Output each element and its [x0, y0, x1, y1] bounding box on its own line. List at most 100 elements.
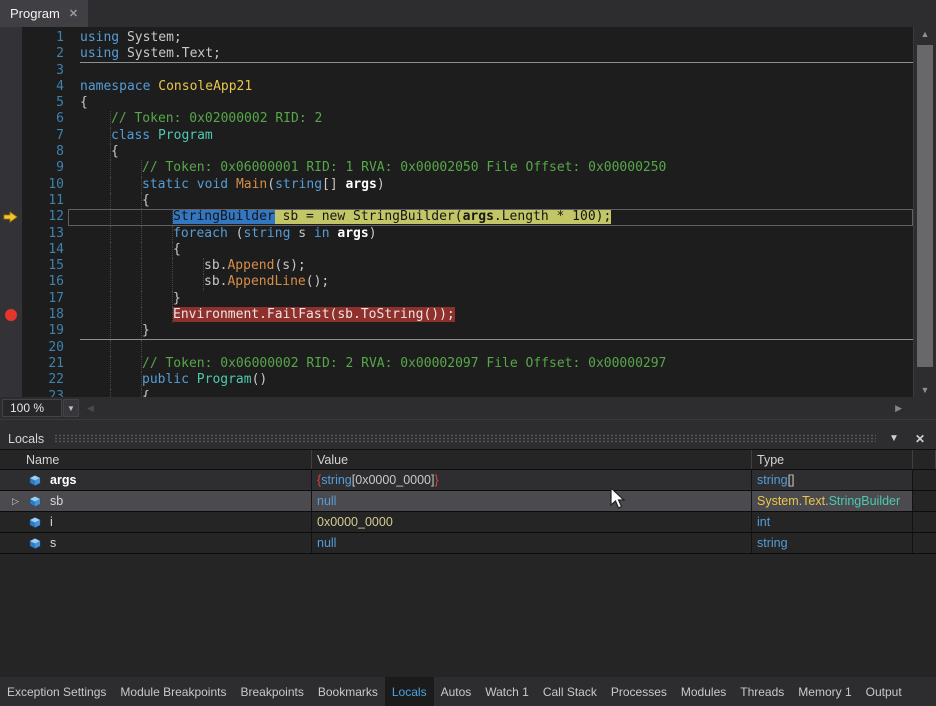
glyph-cell[interactable] [0, 323, 22, 339]
code-text[interactable]: { [68, 144, 913, 161]
zoom-dropdown-button[interactable]: ▼ [63, 399, 79, 417]
code-line[interactable]: 20 [0, 339, 913, 356]
locals-value-cell[interactable]: null [312, 533, 752, 553]
zoom-level-input[interactable]: 100 % [2, 399, 62, 417]
code-text[interactable]: sb.AppendLine(); [68, 274, 913, 291]
panel-tab-watch-1[interactable]: Watch 1 [478, 677, 536, 706]
code-text[interactable]: StringBuilder sb = new StringBuilder(arg… [68, 209, 913, 226]
locals-name-cell[interactable]: i [0, 512, 312, 532]
panel-splitter[interactable] [0, 419, 936, 428]
code-line[interactable]: 2 using System.Text; [0, 46, 913, 63]
locals-type-cell[interactable]: string [752, 533, 913, 553]
code-line[interactable]: 12 StringBuilder sb = new StringBuilder(a… [0, 209, 913, 226]
glyph-cell[interactable] [0, 46, 22, 62]
code-text[interactable]: // Token: 0x06000002 RID: 2 RVA: 0x00002… [68, 355, 913, 373]
column-header-name[interactable]: Name [0, 450, 312, 469]
code-line[interactable]: 5{ [0, 95, 913, 111]
code-text[interactable]: static void Main(string[] args) [68, 176, 913, 193]
locals-row-s[interactable]: s null string [0, 533, 936, 554]
glyph-cell[interactable] [0, 30, 22, 46]
code-text[interactable]: Environment.FailFast(sb.ToString()); [68, 307, 913, 324]
locals-type-cell[interactable]: System. Text. StringBuilder [752, 491, 913, 511]
locals-type-cell[interactable]: string[] [752, 470, 913, 490]
code-line[interactable]: 17} [0, 290, 913, 308]
glyph-cell[interactable] [0, 242, 22, 258]
panel-tab-exception-settings[interactable]: Exception Settings [0, 677, 113, 706]
chevron-down-icon[interactable]: ▼ [886, 433, 902, 444]
code-line[interactable]: 22 public Program() [0, 372, 913, 389]
column-header-type[interactable]: Type [752, 450, 913, 469]
glyph-cell[interactable] [0, 291, 22, 307]
code-text[interactable]: // Token: 0x06000001 RID: 1 RVA: 0x00002… [68, 160, 913, 177]
panel-tab-locals[interactable]: Locals [384, 677, 434, 706]
panel-tab-threads[interactable]: Threads [733, 677, 791, 706]
panel-tab-module-breakpoints[interactable]: Module Breakpoints [113, 677, 233, 706]
scroll-left-icon[interactable]: ◀ [87, 403, 94, 414]
code-line[interactable]: 11 { [0, 192, 913, 210]
panel-tab-modules[interactable]: Modules [674, 677, 733, 706]
code-text[interactable] [68, 63, 913, 79]
code-text[interactable]: } [68, 323, 913, 340]
panel-tab-memory-1[interactable]: Memory 1 [791, 677, 858, 706]
locals-value-cell[interactable]: 0x0000_0000 [312, 512, 752, 532]
glyph-cell[interactable] [0, 209, 22, 225]
scroll-right-icon[interactable]: ▶ [895, 403, 902, 414]
breakpoint-icon[interactable] [5, 309, 17, 322]
locals-name-cell[interactable]: ▷ sb [0, 491, 312, 511]
code-text[interactable]: class Program [68, 127, 913, 145]
glyph-cell[interactable] [0, 340, 22, 356]
glyph-cell[interactable] [0, 95, 22, 111]
code-text[interactable]: public Program() [68, 372, 913, 389]
scroll-down-icon[interactable]: ▼ [914, 385, 936, 395]
glyph-cell[interactable] [0, 128, 22, 144]
expander-icon[interactable]: ▷ [12, 496, 28, 507]
close-icon[interactable]: ✕ [69, 7, 78, 20]
code-text[interactable]: { [68, 388, 913, 397]
glyph-cell[interactable] [0, 372, 22, 388]
code-text[interactable]: } [68, 290, 913, 308]
glyph-cell[interactable] [0, 356, 22, 372]
locals-name-cell[interactable]: s [0, 533, 312, 553]
code-text[interactable] [68, 339, 913, 356]
close-icon[interactable]: ✕ [912, 432, 928, 446]
code-text[interactable]: using System.Text; [68, 46, 913, 63]
code-line[interactable]: 23 { [0, 388, 913, 397]
code-line[interactable]: 16 sb.AppendLine(); [0, 274, 913, 291]
locals-value-cell[interactable]: {string [0x0000_0000]} [312, 470, 752, 490]
code-line[interactable]: 9 // Token: 0x06000001 RID: 1 RVA: 0x0000… [0, 160, 913, 177]
locals-type-cell[interactable]: int [752, 512, 913, 532]
code-text[interactable]: { [68, 241, 913, 259]
code-line[interactable]: 13 foreach (string s in args) [0, 225, 913, 242]
code-line[interactable]: 18 Environment.FailFast(sb.ToString()); [0, 307, 913, 324]
panel-tab-processes[interactable]: Processes [604, 677, 674, 706]
panel-tab-autos[interactable]: Autos [434, 677, 479, 706]
panel-tab-breakpoints[interactable]: Breakpoints [233, 677, 310, 706]
code-line[interactable]: 7 class Program [0, 127, 913, 145]
code-line[interactable]: 6 // Token: 0x02000002 RID: 2 [0, 111, 913, 128]
locals-row-sb[interactable]: ▷ sb null System. Text. StringBuilder [0, 491, 936, 512]
code-line[interactable]: 15 sb.Append(s); [0, 258, 913, 275]
code-text[interactable]: using System; [68, 30, 913, 46]
vertical-scrollbar[interactable]: ▲ ▼ [913, 27, 936, 397]
code-line[interactable]: 3 [0, 63, 913, 79]
glyph-cell[interactable] [0, 111, 22, 127]
code-text[interactable]: { [68, 192, 913, 210]
tab-program[interactable]: Program ✕ [0, 0, 89, 27]
locals-title-bar[interactable]: Locals ▼ ✕ [0, 428, 936, 449]
code-line[interactable]: 4 namespace ConsoleApp21 [0, 79, 913, 95]
code-line[interactable]: 21 // Token: 0x06000002 RID: 2 RVA: 0x000… [0, 355, 913, 373]
code-line[interactable]: 1 using System; [0, 30, 913, 46]
glyph-cell[interactable] [0, 79, 22, 95]
glyph-cell[interactable] [0, 63, 22, 79]
glyph-cell[interactable] [0, 307, 22, 323]
locals-name-cell[interactable]: args [0, 470, 312, 490]
glyph-cell[interactable] [0, 389, 22, 397]
panel-tab-bookmarks[interactable]: Bookmarks [311, 677, 385, 706]
glyph-cell[interactable] [0, 160, 22, 176]
glyph-cell[interactable] [0, 193, 22, 209]
code-text[interactable]: sb.Append(s); [68, 258, 913, 275]
code-text[interactable]: foreach (string s in args) [68, 225, 913, 242]
glyph-cell[interactable] [0, 258, 22, 274]
panel-tab-output[interactable]: Output [859, 677, 909, 706]
code-line[interactable]: 14 { [0, 241, 913, 259]
